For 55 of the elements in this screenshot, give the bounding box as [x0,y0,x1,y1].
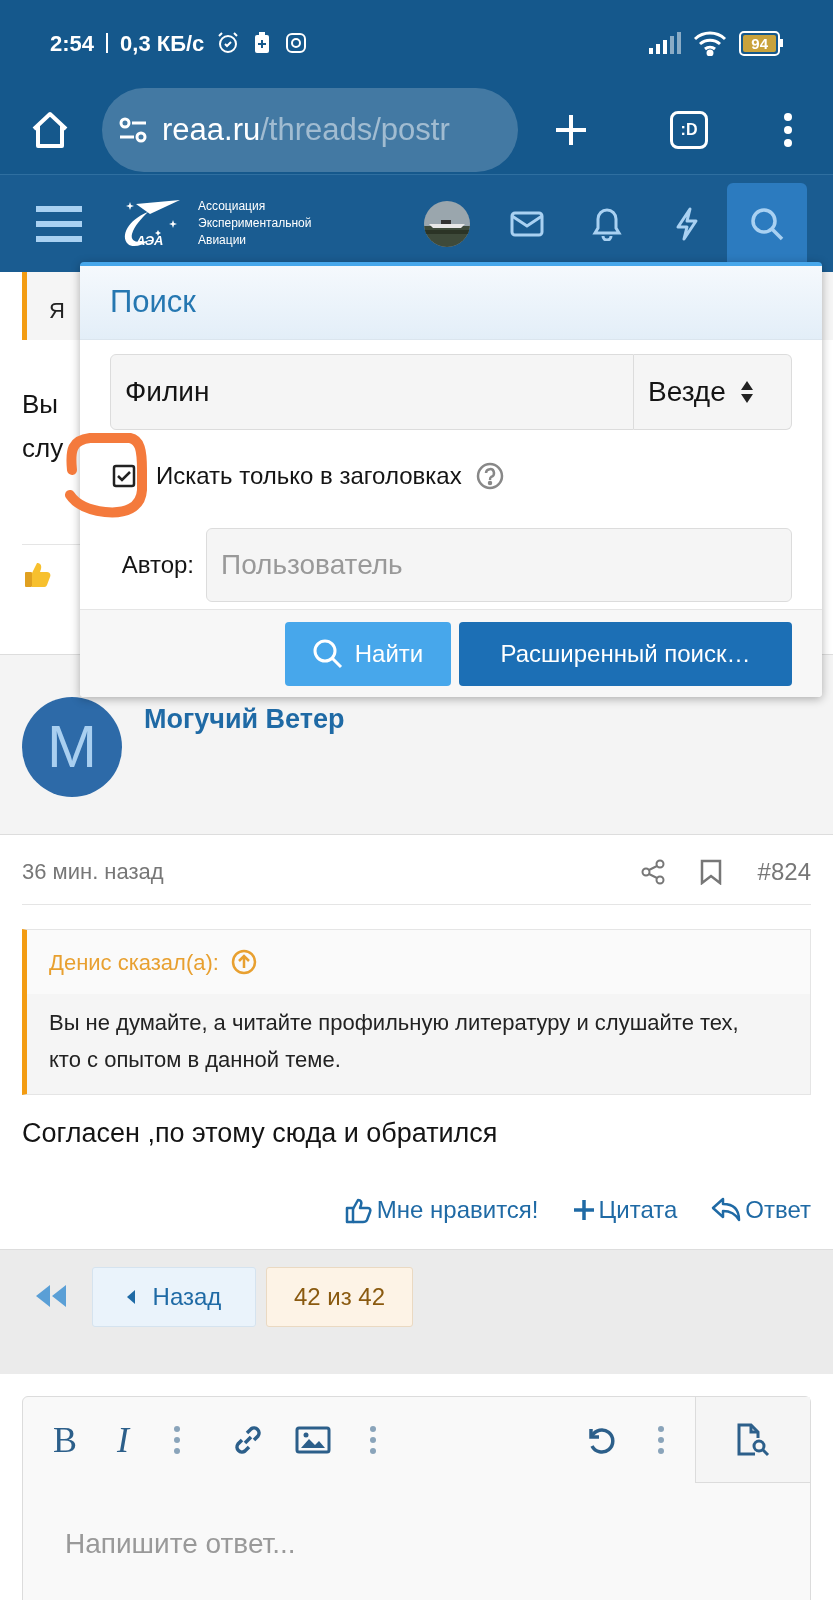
popup-title: Поиск [110,283,196,322]
address-bar[interactable]: reaa.ru/threads/postr [102,88,518,172]
signal-icon [649,32,682,54]
post-time[interactable]: 36 мин. назад [22,855,164,888]
author-name[interactable]: Могучий Ветер [144,697,345,733]
plus-icon [572,1198,595,1221]
search-icon [312,638,343,669]
image-icon[interactable] [295,1426,331,1454]
camera-app-icon [284,31,309,55]
back-button[interactable]: Назад [92,1267,256,1327]
author-label: Автор: [120,550,194,580]
user-avatar[interactable]: M [22,697,122,797]
page-indicator[interactable]: 42 из 42 [266,1267,413,1327]
home-icon[interactable] [30,111,70,149]
site-settings-icon[interactable] [118,117,148,143]
mail-icon [510,210,544,237]
quote-button[interactable]: Цитата [572,1191,678,1228]
post-number[interactable]: #824 [757,853,811,890]
like-button[interactable]: Мне нравится! [344,1191,539,1228]
post-text: Согласен ,по этому сюда и обратился [22,1117,499,1150]
bell-icon [592,206,622,241]
preview-icon[interactable] [735,1421,771,1458]
network-speed: 0,3 КБ/с [120,29,205,58]
share-icon[interactable] [639,858,666,885]
lightning-icon [674,206,700,241]
reply-button[interactable]: Ответ [711,1191,811,1228]
wifi-icon [693,30,728,56]
quote-text: Вы не думайте, а читайте профильную литературу и слушайте тех, кто с опытом в данной теме. [48,1009,740,1074]
scope-select[interactable]: Везде [634,354,792,430]
reply-editor[interactable]: B I Напишите ответ... [22,1396,811,1600]
post-text: Вы [22,388,59,421]
new-tab-icon[interactable] [554,113,588,147]
battery-icon: 94 [739,30,783,56]
reply-icon [711,1195,742,1224]
status-time: 2:54 [50,29,95,58]
search-field[interactable]: Филин [110,354,634,430]
post-text: слу [22,432,64,465]
search-button[interactable] [727,183,807,265]
help-icon[interactable] [475,462,504,490]
checkbox[interactable] [112,464,136,488]
caret-left-icon [126,1290,135,1304]
author-field[interactable]: Пользователь [206,528,792,602]
italic-button[interactable]: I [117,1413,129,1467]
up-down-arrows-icon [739,380,754,404]
tab-switcher[interactable]: :D [670,111,708,149]
quote-text: Я [49,298,65,323]
bookmark-icon[interactable] [699,858,722,885]
editor-placeholder: Напишите ответ... [64,1527,297,1561]
checkbox-label[interactable]: Искать только в заголовках [156,458,462,494]
bold-button[interactable]: B [53,1413,77,1467]
search-icon [750,207,784,241]
menu-icon[interactable] [783,112,793,148]
url-text: reaa.ru/threads/postr [162,110,450,149]
advanced-search-button[interactable]: Расширенный поиск… [459,621,792,686]
menu-icon[interactable] [36,203,82,244]
